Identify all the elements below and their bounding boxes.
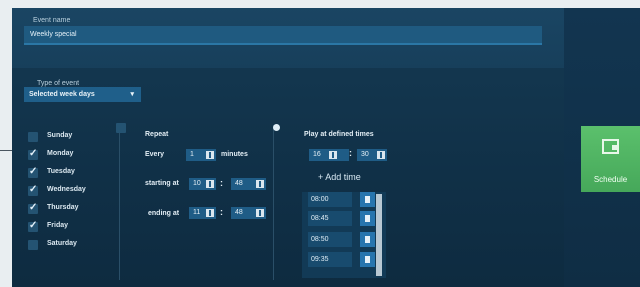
calendar-icon: [602, 139, 619, 154]
external-connector-line: [0, 150, 12, 151]
event-type-select[interactable]: Selected week days ▾: [24, 87, 141, 102]
every-value: 1: [190, 151, 194, 158]
start-hour-value: 10: [193, 180, 201, 187]
time-separator: :: [220, 178, 223, 188]
saturday-checkbox[interactable]: [28, 240, 38, 250]
defined-minute-input[interactable]: 30: [357, 149, 387, 161]
time-value: 08:45: [308, 211, 352, 226]
start-minute-input[interactable]: 48: [231, 178, 266, 190]
list-item: 08:45: [308, 211, 378, 226]
list-item: 08:50: [308, 232, 378, 247]
spinner-icon[interactable]: [256, 209, 264, 217]
start-minute-value: 48: [235, 180, 243, 187]
event-type-label: Type of event: [37, 80, 80, 87]
day-label: Friday: [47, 222, 69, 229]
defined-times-label: Play at defined times: [304, 131, 374, 138]
sunday-checkbox[interactable]: [28, 132, 38, 142]
column-divider: [119, 125, 120, 280]
trash-icon[interactable]: [360, 252, 375, 267]
defined-times-list: 08:00 08:45 08:50 09:35: [302, 192, 386, 278]
end-hour-value: 11: [193, 209, 201, 216]
spinner-icon[interactable]: [206, 151, 214, 159]
end-minute-input[interactable]: 48: [231, 207, 266, 219]
end-hour-input[interactable]: 11: [189, 207, 216, 219]
list-item: 08:00: [308, 192, 378, 207]
event-type-value: Selected week days: [29, 91, 95, 98]
friday-checkbox[interactable]: [28, 220, 38, 232]
schedule-button[interactable]: Schedule: [581, 126, 640, 192]
chevron-down-icon: ▾: [130, 91, 134, 98]
spinner-icon[interactable]: [256, 180, 264, 188]
every-label: Every: [145, 151, 165, 158]
trash-icon[interactable]: [360, 232, 375, 247]
day-label: Saturday: [47, 240, 77, 247]
ending-at-label: ending at: [148, 210, 180, 217]
repeat-checkbox[interactable]: [116, 123, 126, 133]
thursday-checkbox[interactable]: [28, 202, 38, 214]
every-input[interactable]: 1: [186, 149, 216, 161]
day-label: Wednesday: [47, 186, 86, 193]
day-label: Monday: [47, 150, 74, 157]
defined-hour-input[interactable]: 16: [309, 149, 349, 161]
spinner-icon[interactable]: [206, 209, 214, 217]
event-editor-panel: [12, 8, 564, 287]
event-name-input[interactable]: Weekly special: [24, 26, 542, 45]
day-label: Thursday: [47, 204, 79, 211]
wednesday-checkbox[interactable]: [28, 184, 38, 196]
starting-at-label: starting at: [145, 180, 179, 187]
event-name-label: Event name: [33, 17, 71, 24]
time-separator: :: [220, 207, 223, 217]
trash-icon[interactable]: [360, 211, 375, 226]
tuesday-checkbox[interactable]: [28, 166, 38, 178]
minutes-unit-label: minutes: [221, 151, 248, 158]
day-label: Sunday: [47, 132, 73, 139]
list-item: 09:35: [308, 252, 378, 267]
defined-hour-value: 16: [313, 151, 321, 158]
monday-checkbox[interactable]: [28, 148, 38, 160]
defined-minute-value: 30: [361, 151, 369, 158]
add-time-button[interactable]: + Add time: [318, 172, 361, 182]
day-label: Tuesday: [47, 168, 75, 175]
scrollbar[interactable]: [376, 194, 382, 276]
schedule-label: Schedule: [593, 175, 628, 184]
time-separator: :: [349, 148, 352, 158]
repeat-label: Repeat: [145, 131, 169, 138]
spinner-icon[interactable]: [206, 180, 214, 188]
trash-icon[interactable]: [360, 192, 375, 207]
start-hour-input[interactable]: 10: [189, 178, 216, 190]
time-value: 08:50: [308, 232, 352, 247]
time-value: 08:00: [308, 192, 352, 207]
time-value: 09:35: [308, 252, 352, 267]
spinner-icon[interactable]: [377, 151, 385, 159]
defined-times-radio[interactable]: [273, 124, 280, 131]
column-divider: [273, 125, 274, 280]
end-minute-value: 48: [235, 209, 243, 216]
spinner-icon[interactable]: [329, 151, 337, 159]
